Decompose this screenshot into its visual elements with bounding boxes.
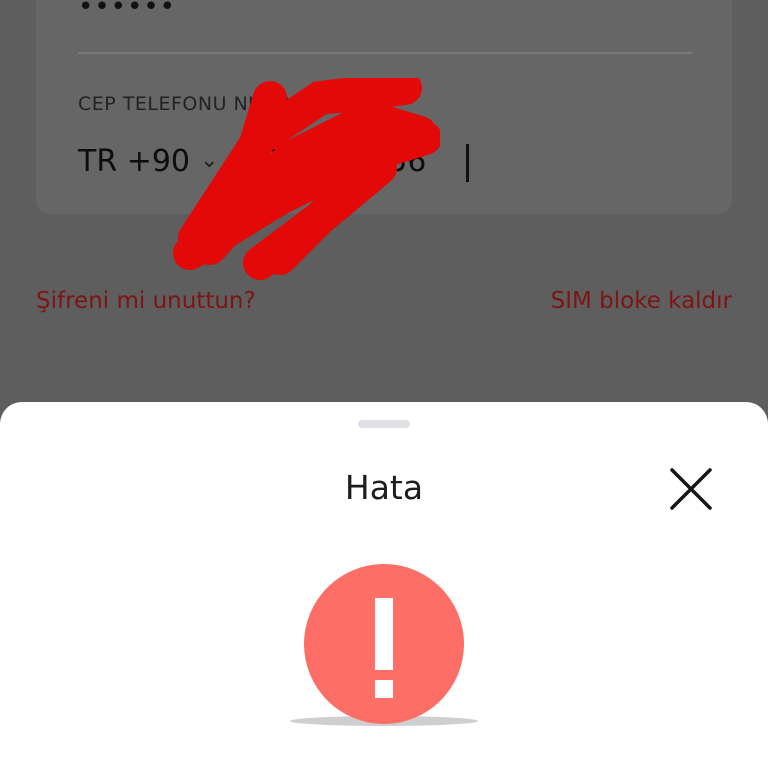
redaction-scribble — [173, 78, 440, 280]
field-divider — [78, 52, 692, 54]
error-bottom-sheet: Hata — [0, 402, 768, 768]
close-button[interactable] — [664, 462, 718, 516]
exclamation-bar — [375, 598, 393, 670]
exclamation-dot — [375, 680, 393, 698]
sim-unblock-link[interactable]: SIM bloke kaldır — [551, 288, 732, 314]
text-caret — [466, 144, 469, 182]
alert-circle — [304, 564, 464, 724]
password-field-value[interactable]: •••••• — [78, 0, 176, 20]
sheet-drag-handle[interactable] — [358, 420, 410, 428]
forgot-password-link[interactable]: Şifreni mi unuttun? — [36, 288, 256, 314]
exclamation-circle-icon — [284, 562, 484, 732]
sheet-title: Hata — [344, 468, 424, 507]
close-icon — [670, 468, 712, 510]
